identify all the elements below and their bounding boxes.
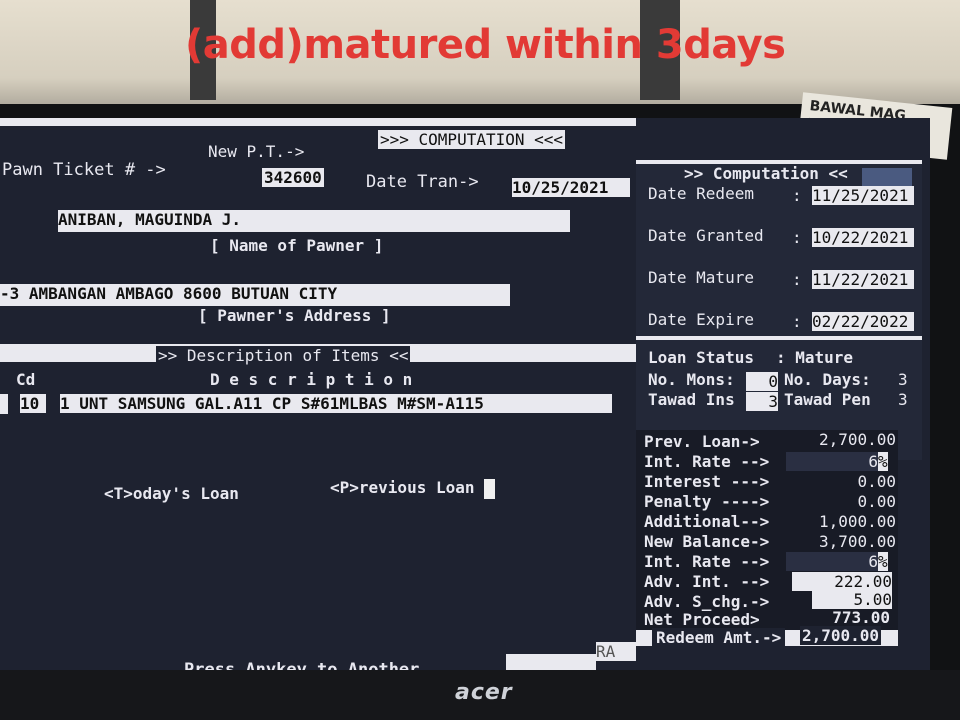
penalty-value: 0.00 [857,492,896,511]
net-proceed-value: 773.00 [832,608,890,627]
redeem-amt-label: Redeem Amt.-> [652,628,786,647]
adv-schg-field[interactable]: 5.00 [812,590,892,609]
loan-status-value: : Mature [776,348,854,367]
date-mature-label: Date Mature [648,268,754,287]
previous-loan-option[interactable]: <P>revious Loan [330,478,496,499]
additional-label: Additional--> [644,512,770,531]
pawn-ticket-label: Pawn Ticket # -> [2,160,166,180]
no-days-value: 3 [898,370,908,389]
dos-screen: >>> COMPUTATION <<< New P.T.-> Pawn Tick… [0,118,930,670]
new-pt-label: New P.T.-> [208,142,305,161]
pawner-name-caption: [ Name of Pawner ] [210,236,384,255]
pawn-ticket-field[interactable]: 342600 [262,168,324,187]
prev-loan-label: Prev. Loan-> [644,432,760,451]
date-expire-label: Date Expire [648,310,754,329]
no-days-label: No. Days: [784,370,871,389]
tawad-pen-label: Tawad Pen [784,390,871,409]
text-cursor [484,478,496,499]
loan-status-label: Loan Status [648,348,754,367]
todays-loan-option[interactable]: <T>oday's Loan [104,484,239,503]
penalty-label: Penalty ----> [644,492,770,511]
additional-value: 1,000.00 [818,512,896,531]
screen-header: >>> COMPUTATION <<< [378,130,566,149]
date-expire-field[interactable]: 02/22/2022 [812,312,914,331]
new-balance-value: 3,700.00 [818,532,896,551]
interest-label: Interest ---> [644,472,770,491]
computation-panel-title: >> Computation << [684,164,848,183]
overlay-caption: (add)matured within 3days [185,22,786,68]
column-description: D e s c r i p t i o n [210,370,413,389]
net-proceed-label: Net Proceed> [644,610,760,629]
amounts-panel: Prev. Loan-> 2,700.00 Int. Rate --> 6 % … [636,430,898,642]
int-rate-2-percent: % [878,552,888,571]
monitor-brand-logo: acer [455,680,513,705]
adv-int-label: Adv. Int. --> [644,572,770,591]
int-rate-label: Int. Rate --> [644,452,770,471]
pawner-name-field[interactable]: ANIBAN, MAGUINDA J. [58,210,570,232]
no-mons-field[interactable]: 0 [746,372,778,391]
press-anykey-prompt: Press Anykey to Another [184,660,420,670]
previous-loan-label: <P>revious Loan [330,478,475,497]
prev-loan-value: 2,700.00 [818,430,896,449]
int-rate-value[interactable]: 6 [786,452,878,471]
computation-title-field [862,168,912,186]
date-granted-field[interactable]: 10/22/2021 [812,228,914,247]
item-qty-fragment [0,394,8,414]
interest-value: 0.00 [857,472,896,491]
new-balance-label: New Balance-> [644,532,770,551]
date-granted-label: Date Granted [648,226,764,245]
adv-schg-label: Adv. S_chg.-> [644,592,770,611]
item-description-field[interactable]: 1 UNT SAMSUNG GAL.A11 CP S#61MLBAS M#SM-… [60,394,612,413]
int-rate-2-value[interactable]: 6 [786,552,878,571]
no-mons-label: No. Mons: [648,370,735,389]
status-bar [0,646,930,670]
date-redeem-label: Date Redeem [648,184,754,203]
item-cd-field[interactable]: 10 [20,394,46,413]
adv-int-field[interactable]: 222.00 [792,572,892,591]
tawad-ins-label: Tawad Ins [648,390,735,409]
computation-panel: >> Computation << Date Redeem : 11/25/20… [636,160,922,460]
items-header: >> Description of Items << [156,346,411,365]
pawner-address-field[interactable]: -3 AMBANGAN AMBAGO 8600 BUTUAN CITY [0,284,510,306]
pawner-address-caption: [ Pawner's Address ] [198,306,391,325]
date-mature-field[interactable]: 11/22/2021 [812,270,914,289]
date-redeem-field[interactable]: 11/25/2021 [812,186,914,205]
tawad-ins-field[interactable]: 3 [746,392,778,411]
ra-indicator: RA [596,642,636,661]
redeem-amt-value: 2,700.00 [800,626,882,645]
column-cd: Cd [16,370,36,389]
date-tran-field[interactable]: 10/25/2021 [512,178,630,197]
date-tran-label: Date Tran-> [366,172,479,192]
int-rate-2-label: Int. Rate --> [644,552,770,571]
int-rate-percent: % [878,452,888,471]
tawad-pen-value: 3 [898,390,908,409]
